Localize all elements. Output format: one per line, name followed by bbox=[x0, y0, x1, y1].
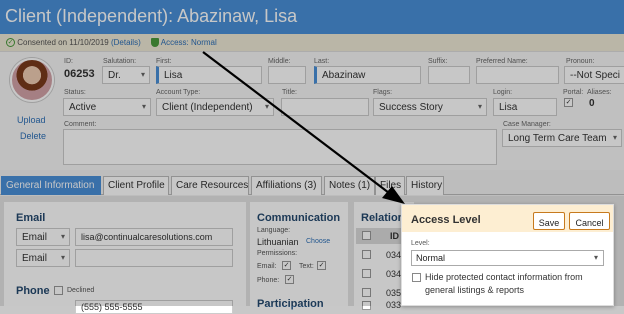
chevron-down-icon: ▾ bbox=[593, 253, 598, 262]
hide-contact-checkbox[interactable] bbox=[412, 273, 421, 282]
access-level-value: Normal bbox=[416, 253, 446, 263]
cancel-button[interactable]: Cancel bbox=[569, 212, 610, 230]
hide-contact-label: Hide protected contact information from … bbox=[425, 272, 583, 295]
save-button[interactable]: Save bbox=[533, 212, 565, 230]
level-label: Level: bbox=[411, 240, 430, 247]
access-level-popup: Access Level Save Cancel Level: Normal ▾… bbox=[401, 204, 614, 306]
popup-title: Access Level bbox=[411, 214, 481, 226]
access-level-select[interactable]: Normal ▾ bbox=[411, 250, 604, 266]
